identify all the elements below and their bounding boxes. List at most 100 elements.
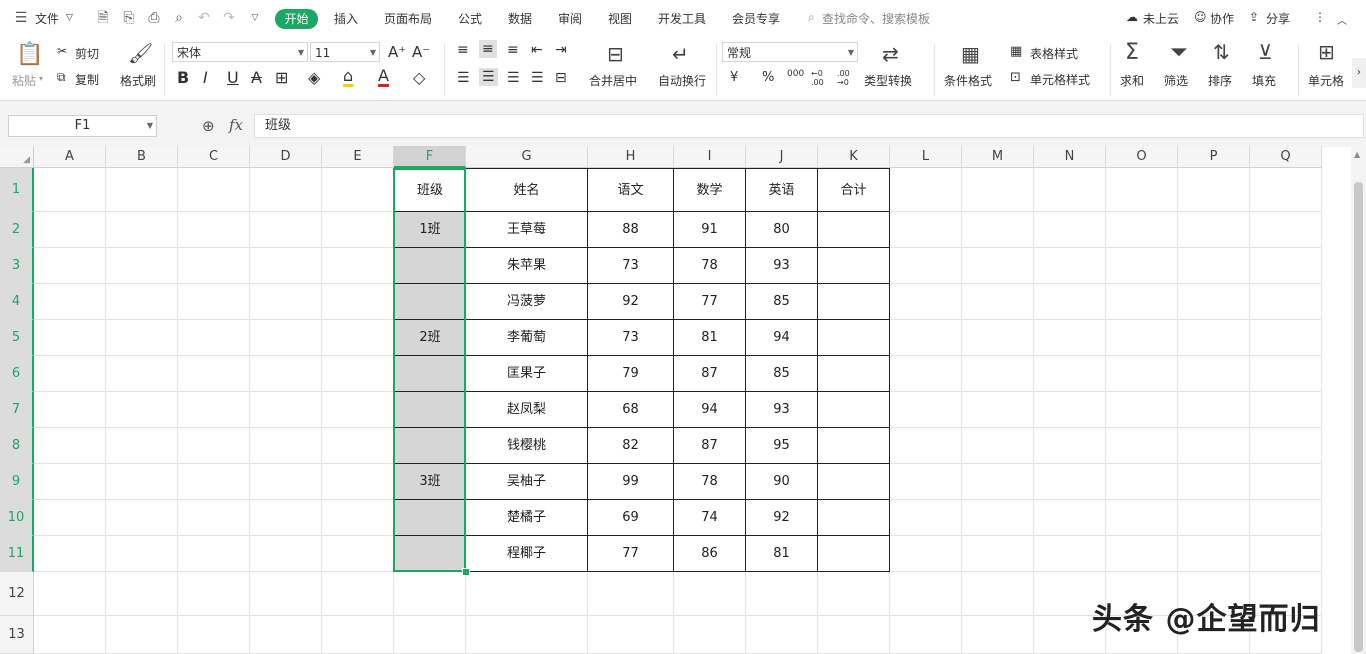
row-header-4[interactable]: 4 — [0, 284, 34, 320]
currency-button[interactable]: ¥ — [730, 70, 738, 85]
cell-e3[interactable] — [322, 248, 394, 284]
command-search[interactable]: 查找命令、搜索模板 — [822, 10, 930, 27]
cell-o1[interactable] — [1106, 168, 1178, 212]
cell-m10[interactable] — [962, 500, 1034, 536]
cell-e6[interactable] — [322, 356, 394, 392]
cell-h11[interactable]: 77 — [588, 536, 674, 572]
cell-c6[interactable] — [178, 356, 250, 392]
wrap-text-button[interactable]: 自动换行 — [658, 72, 706, 89]
conditional-format-button[interactable]: 条件格式 — [944, 72, 992, 89]
cell-l5[interactable] — [890, 320, 962, 356]
cell-m4[interactable] — [962, 284, 1034, 320]
row-header-2[interactable]: 2 — [0, 212, 34, 248]
cell-h4[interactable]: 92 — [588, 284, 674, 320]
save-icon[interactable]: 🗎 — [94, 9, 112, 27]
cell-o4[interactable] — [1106, 284, 1178, 320]
cell-p1[interactable] — [1178, 168, 1250, 212]
tab-page-layout[interactable]: 页面布局 — [384, 10, 432, 27]
copy-icon[interactable]: ⧉ — [57, 70, 66, 85]
paste-button[interactable]: 粘贴 — [12, 72, 36, 89]
type-convert-button[interactable]: 类型转换 — [864, 72, 912, 89]
cell-q5[interactable] — [1250, 320, 1322, 356]
cell-b6[interactable] — [106, 356, 178, 392]
column-header-f[interactable]: F — [394, 146, 466, 168]
cell-f7[interactable] — [394, 392, 466, 428]
cell-k12[interactable] — [818, 572, 890, 616]
cell-c7[interactable] — [178, 392, 250, 428]
cell-g9[interactable]: 吴柚子 — [466, 464, 588, 500]
row-header-1[interactable]: 1 — [0, 168, 34, 212]
cell-i9[interactable]: 78 — [674, 464, 746, 500]
cell-c12[interactable] — [178, 572, 250, 616]
cell-f4[interactable] — [394, 284, 466, 320]
cell-e10[interactable] — [322, 500, 394, 536]
distributed-icon[interactable]: ⊟ — [555, 70, 567, 86]
cell-o3[interactable] — [1106, 248, 1178, 284]
cell-q6[interactable] — [1250, 356, 1322, 392]
cell-n8[interactable] — [1034, 428, 1106, 464]
cell-k2[interactable] — [818, 212, 890, 248]
cell-b8[interactable] — [106, 428, 178, 464]
cell-e2[interactable] — [322, 212, 394, 248]
cell-p10[interactable] — [1178, 500, 1250, 536]
cell-f2[interactable]: 1班 — [394, 212, 466, 248]
formula-input[interactable]: 班级 — [254, 114, 1364, 138]
cell-k11[interactable] — [818, 536, 890, 572]
cell-b7[interactable] — [106, 392, 178, 428]
cell-d5[interactable] — [250, 320, 322, 356]
cell-o11[interactable] — [1106, 536, 1178, 572]
cell-l1[interactable] — [890, 168, 962, 212]
cell-l7[interactable] — [890, 392, 962, 428]
cell-m11[interactable] — [962, 536, 1034, 572]
file-menu[interactable]: 文件 — [35, 10, 59, 27]
cell-f3[interactable] — [394, 248, 466, 284]
filter-icon[interactable]: ⏷ — [1170, 40, 1188, 65]
cell-e13[interactable] — [322, 616, 394, 654]
cell-a11[interactable] — [34, 536, 106, 572]
cell-a3[interactable] — [34, 248, 106, 284]
cell-i12[interactable] — [674, 572, 746, 616]
tab-review[interactable]: 审阅 — [558, 10, 582, 27]
cell-c11[interactable] — [178, 536, 250, 572]
cell-h9[interactable]: 99 — [588, 464, 674, 500]
cell-j4[interactable]: 85 — [746, 284, 818, 320]
sum-icon[interactable]: Σ — [1125, 40, 1139, 65]
cell-j1[interactable]: 英语 — [746, 168, 818, 212]
redo-icon[interactable]: ↷ — [220, 9, 238, 27]
tab-member[interactable]: 会员专享 — [732, 10, 780, 27]
cell-i4[interactable]: 77 — [674, 284, 746, 320]
cell-n10[interactable] — [1034, 500, 1106, 536]
cell-o10[interactable] — [1106, 500, 1178, 536]
cell-g11[interactable]: 程椰子 — [466, 536, 588, 572]
sort-icon[interactable]: ⇅ — [1213, 40, 1230, 64]
cell-l6[interactable] — [890, 356, 962, 392]
align-middle-icon[interactable]: ≡ — [479, 40, 497, 58]
cell-c13[interactable] — [178, 616, 250, 654]
cell-i6[interactable]: 87 — [674, 356, 746, 392]
print-icon[interactable]: ⎙ — [145, 9, 163, 27]
cell-j6[interactable]: 85 — [746, 356, 818, 392]
format-painter-button[interactable]: 格式刷 — [120, 72, 156, 89]
column-header-p[interactable]: P — [1178, 146, 1250, 168]
cell-m1[interactable] — [962, 168, 1034, 212]
clear-format-icon[interactable]: ◇ — [413, 68, 425, 87]
cell-k9[interactable] — [818, 464, 890, 500]
column-header-e[interactable]: E — [322, 146, 394, 168]
cell-c9[interactable] — [178, 464, 250, 500]
column-header-g[interactable]: G — [466, 146, 588, 168]
cell-p6[interactable] — [1178, 356, 1250, 392]
cell-n4[interactable] — [1034, 284, 1106, 320]
cell-q7[interactable] — [1250, 392, 1322, 428]
row-header-8[interactable]: 8 — [0, 428, 34, 464]
cell-p2[interactable] — [1178, 212, 1250, 248]
cell-g4[interactable]: 冯菠萝 — [466, 284, 588, 320]
cell-a2[interactable] — [34, 212, 106, 248]
cell-g10[interactable]: 楚橘子 — [466, 500, 588, 536]
row-header-5[interactable]: 5 — [0, 320, 34, 356]
cell-j9[interactable]: 90 — [746, 464, 818, 500]
cell-h6[interactable]: 79 — [588, 356, 674, 392]
cell-n7[interactable] — [1034, 392, 1106, 428]
row-header-11[interactable]: 11 — [0, 536, 34, 572]
cell-h12[interactable] — [588, 572, 674, 616]
cell-q11[interactable] — [1250, 536, 1322, 572]
